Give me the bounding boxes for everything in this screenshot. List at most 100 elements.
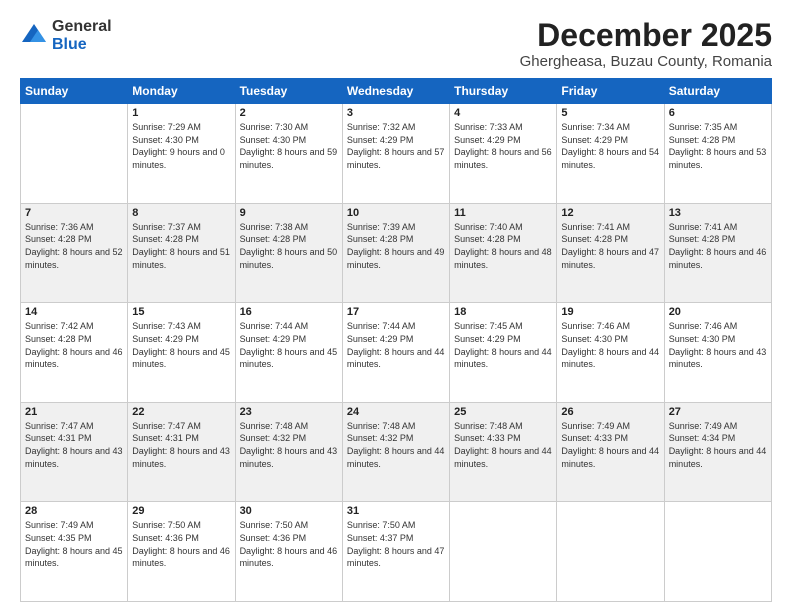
day-number: 3 (347, 107, 445, 119)
day-number: 23 (240, 406, 338, 418)
table-row: 23Sunrise: 7:48 AMSunset: 4:32 PMDayligh… (235, 402, 342, 502)
table-row: 2 Sunrise: 7:30 AMSunset: 4:30 PMDaylight… (235, 104, 342, 204)
day-info: Sunrise: 7:40 AMSunset: 4:28 PMDaylight:… (454, 221, 552, 271)
day-number: 14 (25, 306, 123, 318)
table-row: 29 Sunrise: 7:50 AMSunset: 4:36 PMDayligh… (128, 502, 235, 602)
table-row: 26Sunrise: 7:49 AMSunset: 4:33 PMDayligh… (557, 402, 664, 502)
day-number: 25 (454, 406, 552, 418)
day-info: Sunrise: 7:38 AMSunset: 4:28 PMDaylight:… (240, 221, 338, 271)
day-number: 29 (132, 505, 230, 517)
table-row: 11 Sunrise: 7:40 AMSunset: 4:28 PMDayligh… (450, 203, 557, 303)
day-number: 26 (561, 406, 659, 418)
calendar-table: Sunday Monday Tuesday Wednesday Thursday… (20, 78, 772, 602)
day-info: Sunrise: 7:48 AMSunset: 4:33 PMDaylight:… (454, 420, 552, 470)
day-number: 1 (132, 107, 230, 119)
table-row: 30Sunrise: 7:50 AMSunset: 4:36 PMDayligh… (235, 502, 342, 602)
day-info: Sunrise: 7:49 AMSunset: 4:35 PMDaylight:… (25, 519, 123, 569)
day-info: Sunrise: 7:33 AMSunset: 4:29 PMDaylight:… (454, 121, 552, 171)
day-info: Sunrise: 7:44 AMSunset: 4:29 PMDaylight:… (240, 320, 338, 370)
header: General Blue December 2025 Ghergheasa, B… (20, 18, 772, 70)
day-number: 10 (347, 207, 445, 219)
calendar-week-row: 21 Sunrise: 7:47 AMSunset: 4:31 PMDayligh… (21, 402, 772, 502)
logo-general: General (52, 18, 112, 36)
table-row: 17 Sunrise: 7:44 AMSunset: 4:29 PMDayligh… (342, 303, 449, 403)
table-row: 16 Sunrise: 7:44 AMSunset: 4:29 PMDayligh… (235, 303, 342, 403)
day-info: Sunrise: 7:39 AMSunset: 4:28 PMDaylight:… (347, 221, 445, 271)
col-saturday: Saturday (664, 79, 771, 104)
day-info: Sunrise: 7:46 AMSunset: 4:30 PMDaylight:… (669, 320, 767, 370)
col-monday: Monday (128, 79, 235, 104)
day-number: 13 (669, 207, 767, 219)
table-row: 15Sunrise: 7:43 AMSunset: 4:29 PMDayligh… (128, 303, 235, 403)
table-row: 6 Sunrise: 7:35 AMSunset: 4:28 PMDaylight… (664, 104, 771, 204)
day-number: 27 (669, 406, 767, 418)
month-title: December 2025 (520, 18, 772, 53)
logo-blue: Blue (52, 36, 112, 54)
day-number: 18 (454, 306, 552, 318)
table-row: 9 Sunrise: 7:38 AMSunset: 4:28 PMDaylight… (235, 203, 342, 303)
calendar-week-row: 14 Sunrise: 7:42 AMSunset: 4:28 PMDayligh… (21, 303, 772, 403)
table-row (21, 104, 128, 204)
table-row: 7 Sunrise: 7:36 AMSunset: 4:28 PMDaylight… (21, 203, 128, 303)
day-info: Sunrise: 7:47 AMSunset: 4:31 PMDaylight:… (25, 420, 123, 470)
table-row: 5 Sunrise: 7:34 AMSunset: 4:29 PMDaylight… (557, 104, 664, 204)
day-number: 24 (347, 406, 445, 418)
day-number: 7 (25, 207, 123, 219)
table-row: 19 Sunrise: 7:46 AMSunset: 4:30 PMDayligh… (557, 303, 664, 403)
day-info: Sunrise: 7:35 AMSunset: 4:28 PMDaylight:… (669, 121, 767, 171)
day-info: Sunrise: 7:41 AMSunset: 4:28 PMDaylight:… (561, 221, 659, 271)
day-number: 17 (347, 306, 445, 318)
day-info: Sunrise: 7:46 AMSunset: 4:30 PMDaylight:… (561, 320, 659, 370)
table-row: 27Sunrise: 7:49 AMSunset: 4:34 PMDayligh… (664, 402, 771, 502)
day-info: Sunrise: 7:36 AMSunset: 4:28 PMDaylight:… (25, 221, 123, 271)
day-number: 28 (25, 505, 123, 517)
calendar-week-row: 28 Sunrise: 7:49 AMSunset: 4:35 PMDayligh… (21, 502, 772, 602)
table-row: 4 Sunrise: 7:33 AMSunset: 4:29 PMDaylight… (450, 104, 557, 204)
table-row: 25 Sunrise: 7:48 AMSunset: 4:33 PMDayligh… (450, 402, 557, 502)
col-friday: Friday (557, 79, 664, 104)
day-info: Sunrise: 7:50 AMSunset: 4:37 PMDaylight:… (347, 519, 445, 569)
calendar-header-row: Sunday Monday Tuesday Wednesday Thursday… (21, 79, 772, 104)
table-row: 20 Sunrise: 7:46 AMSunset: 4:30 PMDayligh… (664, 303, 771, 403)
day-number: 21 (25, 406, 123, 418)
table-row (664, 502, 771, 602)
day-number: 9 (240, 207, 338, 219)
day-number: 5 (561, 107, 659, 119)
day-info: Sunrise: 7:42 AMSunset: 4:28 PMDaylight:… (25, 320, 123, 370)
day-info: Sunrise: 7:41 AMSunset: 4:28 PMDaylight:… (669, 221, 767, 271)
col-wednesday: Wednesday (342, 79, 449, 104)
day-info: Sunrise: 7:45 AMSunset: 4:29 PMDaylight:… (454, 320, 552, 370)
day-number: 4 (454, 107, 552, 119)
table-row: 14 Sunrise: 7:42 AMSunset: 4:28 PMDayligh… (21, 303, 128, 403)
logo-icon (20, 22, 48, 50)
day-number: 16 (240, 306, 338, 318)
table-row: 22Sunrise: 7:47 AMSunset: 4:31 PMDayligh… (128, 402, 235, 502)
calendar-week-row: 7 Sunrise: 7:36 AMSunset: 4:28 PMDaylight… (21, 203, 772, 303)
day-number: 2 (240, 107, 338, 119)
day-number: 11 (454, 207, 552, 219)
table-row: 31 Sunrise: 7:50 AMSunset: 4:37 PMDayligh… (342, 502, 449, 602)
table-row: 3Sunrise: 7:32 AMSunset: 4:29 PMDaylight… (342, 104, 449, 204)
day-number: 20 (669, 306, 767, 318)
table-row (450, 502, 557, 602)
logo: General Blue (20, 18, 112, 53)
day-info: Sunrise: 7:44 AMSunset: 4:29 PMDaylight:… (347, 320, 445, 370)
table-row (557, 502, 664, 602)
day-number: 15 (132, 306, 230, 318)
table-row: 13 Sunrise: 7:41 AMSunset: 4:28 PMDayligh… (664, 203, 771, 303)
table-row: 12Sunrise: 7:41 AMSunset: 4:28 PMDayligh… (557, 203, 664, 303)
day-info: Sunrise: 7:37 AMSunset: 4:28 PMDaylight:… (132, 221, 230, 271)
table-row: 1Sunrise: 7:29 AMSunset: 4:30 PMDaylight… (128, 104, 235, 204)
day-number: 19 (561, 306, 659, 318)
day-info: Sunrise: 7:34 AMSunset: 4:29 PMDaylight:… (561, 121, 659, 171)
title-block: December 2025 Ghergheasa, Buzau County, … (520, 18, 772, 70)
day-info: Sunrise: 7:47 AMSunset: 4:31 PMDaylight:… (132, 420, 230, 470)
col-thursday: Thursday (450, 79, 557, 104)
day-number: 31 (347, 505, 445, 517)
day-info: Sunrise: 7:50 AMSunset: 4:36 PMDaylight:… (132, 519, 230, 569)
table-row: 21 Sunrise: 7:47 AMSunset: 4:31 PMDayligh… (21, 402, 128, 502)
location-title: Ghergheasa, Buzau County, Romania (520, 53, 772, 70)
day-number: 6 (669, 107, 767, 119)
day-info: Sunrise: 7:30 AMSunset: 4:30 PMDaylight:… (240, 121, 338, 171)
day-info: Sunrise: 7:48 AMSunset: 4:32 PMDaylight:… (347, 420, 445, 470)
